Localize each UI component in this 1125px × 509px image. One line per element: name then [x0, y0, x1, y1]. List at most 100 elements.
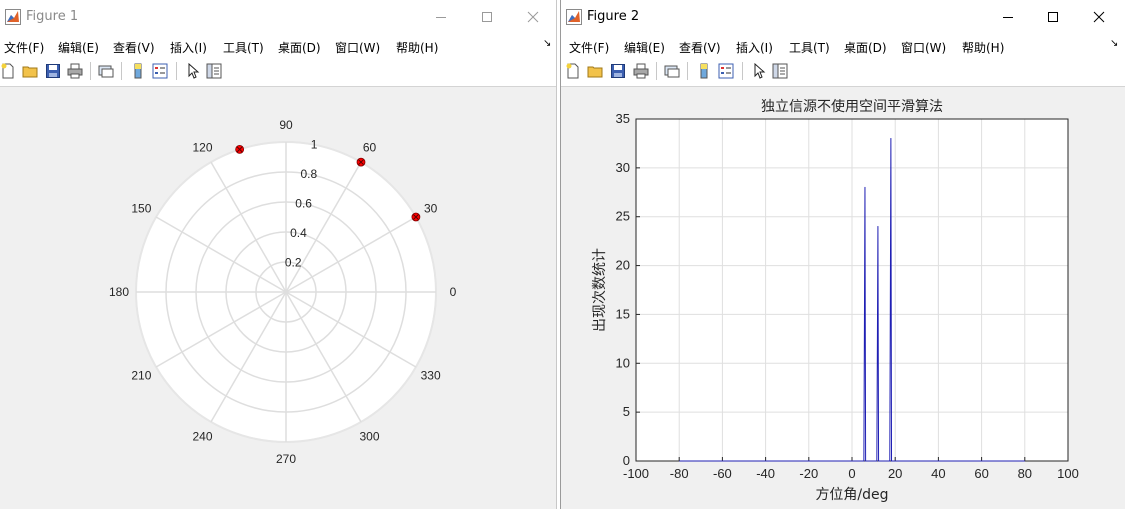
- angle-tick-label: 270: [276, 452, 296, 466]
- angle-tick-label: 60: [363, 140, 377, 154]
- x-tick-label: 0: [848, 466, 855, 481]
- x-tick-label: 40: [931, 466, 945, 481]
- x-tick-label: -20: [799, 466, 818, 481]
- menu-desktop[interactable]: 桌面(D): [278, 39, 321, 56]
- figure1-titlebar[interactable]: Figure 1: [0, 0, 556, 34]
- menu-desktop[interactable]: 桌面(D): [844, 39, 887, 56]
- x-tick-label: -40: [756, 466, 775, 481]
- menu-help[interactable]: 帮助(H): [396, 39, 438, 56]
- menu-insert[interactable]: 插入(I): [170, 39, 207, 56]
- y-tick-label: 15: [616, 306, 630, 321]
- angle-tick-label: 180: [109, 285, 129, 299]
- new-figure-icon[interactable]: [565, 63, 581, 79]
- angle-tick-label: 120: [192, 140, 212, 154]
- maximize-icon: [482, 12, 492, 22]
- figure1-canvas: 0 30 60 90 120 150 180 210 240 270 300 330 0.2 0.4 0.6…: [0, 87, 556, 509]
- minimize-button[interactable]: [418, 0, 464, 34]
- open-file-icon[interactable]: [587, 63, 603, 79]
- edit-plot-arrow-icon[interactable]: [185, 63, 201, 79]
- radial-tick-label: 1: [311, 137, 318, 151]
- link-plot-icon[interactable]: [98, 63, 114, 79]
- peak-point: [890, 138, 892, 140]
- angle-tick-label: 240: [192, 430, 212, 444]
- menu-edit[interactable]: 编辑(E): [624, 39, 665, 56]
- link-plot-icon[interactable]: [664, 63, 680, 79]
- colorbar-icon[interactable]: [130, 63, 146, 79]
- close-icon: [1093, 11, 1105, 23]
- close-icon: [527, 11, 539, 23]
- radial-tick-label: 0.6: [295, 196, 312, 210]
- y-tick-label: 10: [616, 355, 630, 370]
- minimize-button[interactable]: [985, 0, 1031, 34]
- angle-tick-label: 150: [131, 202, 151, 216]
- y-tick-label: 5: [623, 404, 630, 419]
- menu-insert[interactable]: 插入(I): [736, 39, 773, 56]
- angle-tick-label: 0: [450, 285, 457, 299]
- x-tick-label: 100: [1057, 466, 1079, 481]
- x-tick-label: 80: [1018, 466, 1032, 481]
- angle-tick-label: 300: [359, 430, 379, 444]
- peak-point: [864, 186, 866, 188]
- menu-window[interactable]: 窗口(W): [901, 39, 946, 56]
- angle-tick-label: 330: [421, 369, 441, 383]
- menu-overflow-icon[interactable]: ↘: [543, 38, 551, 49]
- menu-tools[interactable]: 工具(T): [223, 39, 264, 56]
- new-figure-icon[interactable]: [0, 63, 16, 79]
- figure2-toolbar: [561, 57, 1125, 87]
- menu-file[interactable]: 文件(F): [4, 39, 44, 56]
- legend-icon[interactable]: [718, 63, 734, 79]
- x-tick-label: 20: [888, 466, 902, 481]
- maximize-button[interactable]: [1030, 0, 1076, 34]
- toolbar-separator: [121, 62, 123, 80]
- y-tick-label: 20: [616, 258, 630, 273]
- close-button[interactable]: [510, 0, 556, 34]
- y-axis-label: 出现次数统计: [592, 248, 608, 332]
- toolbar-separator: [742, 62, 744, 80]
- polar-plot: 0 30 60 90 120 150 180 210 240 270 300 330 0.2 0.4 0.6…: [109, 118, 457, 466]
- matlab-icon: [566, 9, 582, 25]
- menu-view[interactable]: 查看(V): [113, 39, 155, 56]
- maximize-button[interactable]: [464, 0, 510, 34]
- menu-file[interactable]: 文件(F): [569, 39, 609, 56]
- figure1-menubar: 文件(F) 编辑(E) 查看(V) 插入(I) 工具(T) 桌面(D) 窗口(W…: [0, 34, 556, 57]
- property-inspector-icon[interactable]: [206, 63, 222, 79]
- menu-view[interactable]: 查看(V): [679, 39, 721, 56]
- angle-tick-label: 90: [279, 118, 293, 132]
- figure2-canvas: -100 -80 -60 -40 -20 0 20 40 60 80 100 0 5 10 15 20 25 30…: [561, 87, 1125, 509]
- angle-tick-label: 30: [424, 202, 438, 216]
- figure2-window: Figure 2 文件(F) 编辑(E) 查看(V) 插入(I) 工具(T) 桌…: [560, 0, 1125, 509]
- toolbar-separator: [90, 62, 92, 80]
- menu-tools[interactable]: 工具(T): [789, 39, 830, 56]
- matlab-icon: [5, 9, 21, 25]
- x-tick-label: -60: [713, 466, 732, 481]
- figure2-title: Figure 2: [587, 9, 640, 24]
- property-inspector-icon[interactable]: [772, 63, 788, 79]
- print-icon[interactable]: [633, 63, 649, 79]
- menu-edit[interactable]: 编辑(E): [58, 39, 99, 56]
- toolbar-separator: [176, 62, 178, 80]
- minimize-icon: [1003, 17, 1013, 18]
- menu-window[interactable]: 窗口(W): [335, 39, 380, 56]
- save-icon[interactable]: [45, 63, 61, 79]
- minimize-icon: [436, 17, 446, 18]
- figure1-toolbar: [0, 57, 556, 87]
- angle-tick-label: 210: [131, 369, 151, 383]
- open-file-icon[interactable]: [22, 63, 38, 79]
- figure2-titlebar[interactable]: Figure 2: [561, 0, 1125, 34]
- edit-plot-arrow-icon[interactable]: [751, 63, 767, 79]
- close-button[interactable]: [1076, 0, 1122, 34]
- peak-point: [877, 225, 879, 227]
- radial-tick-label: 0.4: [290, 226, 307, 240]
- save-icon[interactable]: [610, 63, 626, 79]
- menu-overflow-icon[interactable]: ↘: [1110, 38, 1118, 49]
- chart-title: 独立信源不使用空间平滑算法: [761, 98, 943, 115]
- radial-tick-label: 0.8: [300, 167, 317, 181]
- y-tick-label: 25: [616, 209, 630, 224]
- toolbar-separator: [687, 62, 689, 80]
- print-icon[interactable]: [67, 63, 83, 79]
- legend-icon[interactable]: [152, 63, 168, 79]
- colorbar-icon[interactable]: [696, 63, 712, 79]
- figure1-window: Figure 1 文件(F) 编辑(E) 查看(V) 插入(I) 工具(T) 桌…: [0, 0, 557, 509]
- y-tick-label: 0: [623, 453, 630, 468]
- menu-help[interactable]: 帮助(H): [962, 39, 1004, 56]
